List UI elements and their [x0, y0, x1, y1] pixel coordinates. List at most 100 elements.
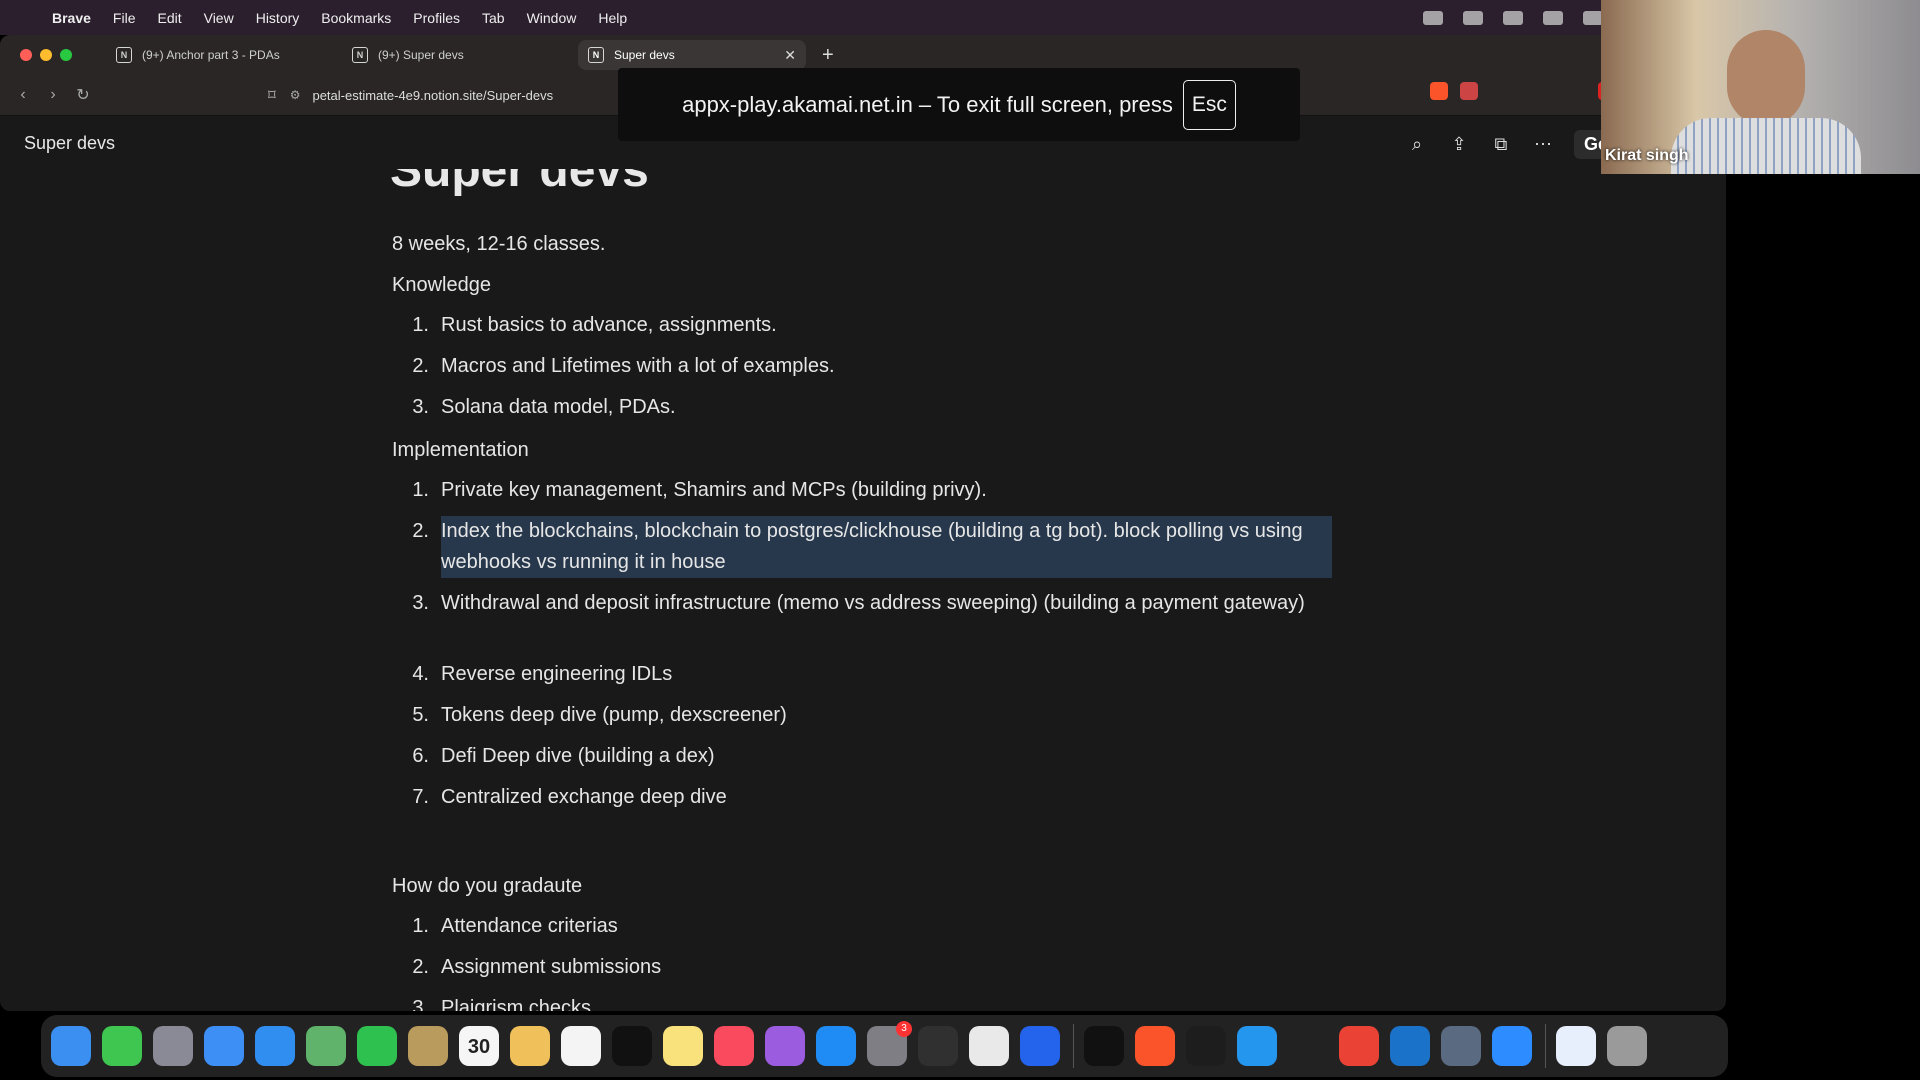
chrome-icon[interactable] — [1339, 1026, 1379, 1066]
trash-icon[interactable] — [1607, 1026, 1647, 1066]
zoom-icon[interactable] — [1492, 1026, 1532, 1066]
menu-help[interactable]: Help — [598, 10, 627, 26]
docker-tray-icon[interactable] — [1582, 10, 1603, 25]
share-icon[interactable]: ⇪ — [1446, 134, 1472, 155]
back-icon[interactable]: ‹ — [8, 86, 38, 104]
tab-anchor-pdas[interactable]: N (9+) Anchor part 3 - PDAs — [106, 40, 334, 70]
knowledge-item-3: 3. Solana data model, PDAs. — [392, 392, 1332, 423]
close-window-button[interactable] — [20, 49, 32, 61]
page-title: Super devs — [390, 169, 649, 197]
notification-badge: 3 — [896, 1021, 912, 1037]
brave-icon[interactable] — [1135, 1026, 1175, 1066]
facetime-icon[interactable] — [357, 1026, 397, 1066]
minimize-window-button[interactable] — [40, 49, 52, 61]
list-text: Plaigrism checks — [441, 997, 592, 1011]
app-icon[interactable] — [1020, 1026, 1060, 1066]
address-bar[interactable]: ⚙ petal-estimate-4e9.notion.site/Super-d… — [290, 81, 630, 109]
list-number: 3. — [412, 592, 429, 614]
appstore-icon[interactable] — [816, 1026, 856, 1066]
app-menu[interactable]: Brave — [52, 10, 91, 26]
tab-super-devs-active[interactable]: N Super devs ✕ — [578, 40, 806, 70]
tv-icon[interactable] — [612, 1026, 652, 1066]
list-text-selected: Index the blockchains, blockchain to pos… — [441, 516, 1332, 578]
piano-icon[interactable] — [1186, 1026, 1226, 1066]
menu-bookmarks[interactable]: Bookmarks — [321, 10, 391, 26]
list-number: 2. — [412, 520, 429, 542]
vpn-icon[interactable] — [1462, 10, 1483, 25]
send-icon[interactable] — [1542, 10, 1563, 25]
list-number: 6. — [412, 745, 429, 767]
menu-tab[interactable]: Tab — [482, 10, 505, 26]
list-number: 2. — [412, 956, 429, 978]
photos-icon[interactable] — [510, 1026, 550, 1066]
list-text: Tokens deep dive (pump, dexscreener) — [441, 704, 787, 726]
bookmark-icon[interactable]: ⌑ — [268, 86, 276, 104]
forward-icon[interactable]: › — [38, 86, 68, 104]
messages-icon[interactable] — [102, 1026, 142, 1066]
settings-icon[interactable]: 3 — [867, 1021, 912, 1066]
mail-icon[interactable] — [204, 1026, 244, 1066]
menu-history[interactable]: History — [256, 10, 300, 26]
knowledge-item-1: 1. Rust basics to advance, assignments. — [392, 310, 1332, 341]
docker-icon[interactable] — [1237, 1026, 1277, 1066]
list-number: 7. — [412, 786, 429, 808]
iterm-icon[interactable] — [1288, 1026, 1328, 1066]
notion-icon: N — [352, 47, 368, 63]
workspace-title[interactable]: Super devs — [24, 133, 115, 154]
reminders-icon[interactable] — [561, 1026, 601, 1066]
tab-label: Super devs — [614, 48, 675, 62]
music-icon[interactable] — [714, 1026, 754, 1066]
knowledge-heading: Knowledge — [392, 274, 491, 296]
list-number: 2. — [412, 355, 429, 377]
files-icon[interactable] — [1556, 1026, 1596, 1066]
preview-icon[interactable] — [969, 1026, 1009, 1066]
menu-file[interactable]: File — [113, 10, 136, 26]
list-number: 4. — [412, 663, 429, 685]
presenter-name: Kirat singh — [1605, 147, 1689, 164]
list-number: 3. — [412, 396, 429, 418]
more-icon[interactable]: ⋯ — [1530, 134, 1556, 155]
presenter-body — [1671, 118, 1861, 174]
menu-extra-icon[interactable] — [1502, 10, 1523, 25]
menu-edit[interactable]: Edit — [157, 10, 181, 26]
notes-icon[interactable] — [408, 1026, 448, 1066]
calendar-day: 30 — [467, 1036, 491, 1058]
terminal-icon[interactable] — [1084, 1026, 1124, 1066]
knowledge-item-2: 2. Macros and Lifetimes with a lot of ex… — [392, 351, 1332, 382]
cloud-icon[interactable] — [1422, 10, 1443, 25]
launchpad-icon[interactable] — [153, 1026, 193, 1066]
close-tab-icon[interactable]: ✕ — [784, 47, 796, 64]
obs-icon[interactable] — [918, 1026, 958, 1066]
tab-super-devs-1[interactable]: N (9+) Super devs — [342, 40, 570, 70]
window-controls — [20, 49, 80, 61]
menu-profiles[interactable]: Profiles — [413, 10, 460, 26]
podcasts-icon[interactable] — [765, 1026, 805, 1066]
new-tab-button[interactable]: + — [822, 44, 834, 67]
intro-text: 8 weeks, 12-16 classes. — [392, 233, 606, 255]
graduate-item-2: 2. Assignment submissions — [392, 952, 1332, 983]
reload-icon[interactable]: ↻ — [68, 85, 98, 105]
fullscreen-window-button[interactable] — [60, 49, 72, 61]
implementation-item-5: 5. Tokens deep dive (pump, dexscreener) — [392, 700, 1332, 731]
screenshare-icon[interactable] — [1441, 1026, 1481, 1066]
brave-shields-icon[interactable] — [1430, 82, 1448, 100]
calendar-icon[interactable]: 30 — [459, 1026, 499, 1066]
brave-rewards-icon[interactable] — [1460, 82, 1478, 100]
tab-label: (9+) Anchor part 3 - PDAs — [142, 48, 280, 62]
search-icon[interactable]: ⌕ — [1404, 134, 1430, 155]
list-text: Macros and Lifetimes with a lot of examp… — [441, 355, 835, 377]
menu-window[interactable]: Window — [527, 10, 577, 26]
maps-icon[interactable] — [306, 1026, 346, 1066]
menu-view[interactable]: View — [204, 10, 234, 26]
notion-icon: N — [116, 47, 132, 63]
list-number: 5. — [412, 704, 429, 726]
stickies-icon[interactable] — [663, 1026, 703, 1066]
site-settings-icon[interactable]: ⚙ — [290, 88, 301, 102]
implementation-item-7: 7. Centralized exchange deep dive — [392, 782, 1332, 813]
safari-icon[interactable] — [255, 1026, 295, 1066]
duplicate-icon[interactable]: ⧉ — [1488, 134, 1514, 155]
webcam-feed: Kirat singh — [1601, 0, 1920, 174]
finder-icon[interactable] — [51, 1026, 91, 1066]
vscode-icon[interactable] — [1390, 1026, 1430, 1066]
list-text: Attendance criterias — [441, 915, 618, 937]
